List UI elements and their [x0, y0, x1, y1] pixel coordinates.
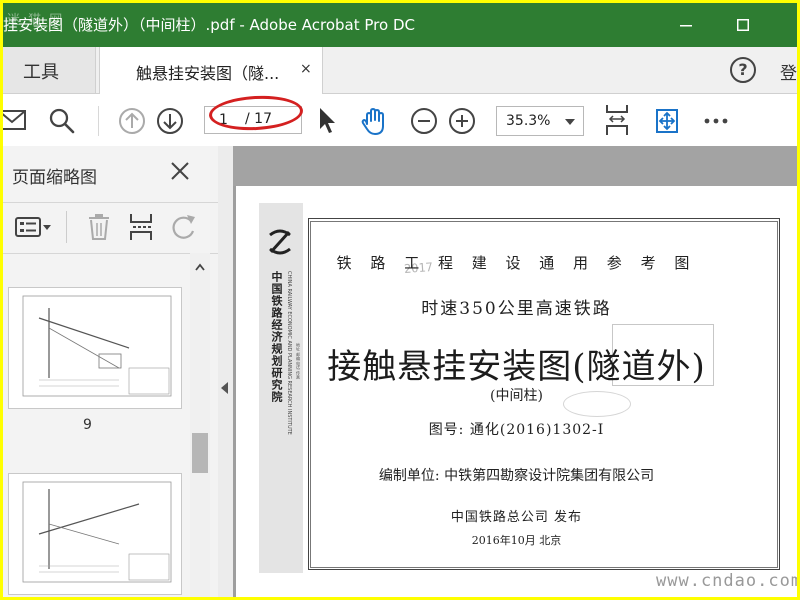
thumbnail-list: 9: [3, 253, 190, 597]
select-tool-button[interactable]: [317, 94, 341, 146]
scroll-up-icon[interactable]: [195, 263, 205, 271]
thumbnail-drawing: [22, 481, 172, 583]
fit-width-button[interactable]: [603, 94, 631, 146]
site-watermark: www.cndao.com: [656, 571, 797, 591]
scroll-mode-icon: [656, 109, 678, 133]
more-icon: [704, 118, 728, 124]
login-button[interactable]: 登: [780, 59, 797, 84]
tab-tools[interactable]: 工具: [3, 47, 96, 93]
thumbnail-drawing: [22, 295, 172, 397]
scrollbar-thumb[interactable]: [192, 433, 208, 473]
maximize-button[interactable]: [720, 3, 766, 47]
collapse-arrow-icon: [221, 382, 228, 394]
mail-icon: [3, 110, 26, 130]
minimize-icon: [680, 25, 692, 27]
extract-pages-icon[interactable]: [129, 213, 157, 241]
more-tools-button[interactable]: [703, 94, 731, 146]
next-page-icon: [157, 108, 183, 134]
zoom-out-icon: [411, 108, 437, 134]
tab-document-label: 触悬挂安装图（隧...: [136, 64, 280, 83]
thumbnail-label: 9: [83, 417, 92, 433]
next-page-button[interactable]: [156, 94, 186, 146]
zoom-out-button[interactable]: [410, 94, 438, 146]
tab-tools-label: 工具: [23, 62, 59, 83]
pdf-page: 中国铁路经济规划研究院 CHINA RAILWAY ECONOMIC AND P…: [236, 186, 797, 597]
chevron-down-icon: [565, 119, 575, 125]
acrobat-window: 挂安装图（隧道外）（中间柱）.pdf - Adobe Acrobat Pro D…: [3, 3, 797, 597]
delete-icon[interactable]: [87, 213, 113, 241]
panel-toolbar: [3, 202, 218, 254]
tab-close-icon[interactable]: ×: [300, 61, 312, 77]
doc-publisher: 中国铁路总公司 发布: [450, 510, 583, 525]
panel-title: 页面缩略图: [12, 168, 97, 188]
hand-tool-icon: [361, 108, 384, 135]
tab-document[interactable]: 触悬挂安装图（隧... ×: [99, 47, 323, 94]
search-icon: [49, 108, 75, 134]
doc-main-title: 接触悬挂安装图(隧道外): [327, 347, 706, 387]
doc-date: 2016年10月 北京: [471, 534, 562, 547]
mail-button[interactable]: [3, 94, 29, 146]
thumbnail-scrollbar[interactable]: [190, 253, 210, 597]
panel-collapse-handle[interactable]: [218, 146, 233, 597]
doc-author: 编制单位: 中铁第四勘察设计院集团有限公司: [378, 468, 655, 484]
panel-divider: [66, 211, 67, 243]
rotate-icon[interactable]: [171, 213, 199, 241]
window-title: 挂安装图（隧道外）（中间柱）.pdf - Adobe Acrobat Pro D…: [3, 16, 415, 34]
zoom-in-icon: [449, 108, 475, 134]
tab-bar: 工具 触悬挂安装图（隧... × ? 登: [3, 47, 797, 94]
title-bar: 挂安装图（隧道外）（中间柱）.pdf - Adobe Acrobat Pro D…: [3, 3, 797, 47]
doc-drawing-number: 图号: 通化(2016)1302-I: [428, 422, 605, 438]
hand-tool-button[interactable]: [360, 94, 390, 146]
zoom-in-button[interactable]: [448, 94, 476, 146]
toolbar-divider: [98, 106, 99, 136]
doc-variant: (中间柱): [490, 388, 543, 404]
corner-watermark: 迷 猫 网: [7, 13, 65, 28]
doc-subtitle: 时速350公里高速铁路: [421, 299, 612, 319]
zoom-value: 35.3%: [506, 113, 551, 129]
scroll-mode-button[interactable]: [653, 94, 681, 146]
help-icon[interactable]: ?: [730, 57, 756, 83]
minimize-button[interactable]: [663, 3, 709, 47]
page-thumbnail[interactable]: [8, 287, 182, 409]
thumbnail-panel: 页面缩略图 9: [3, 146, 219, 597]
search-button[interactable]: [48, 94, 78, 146]
toolbar: / 17 35.3%: [3, 94, 797, 147]
maximize-icon: [737, 19, 749, 31]
select-cursor-icon: [320, 108, 335, 133]
document-viewport[interactable]: 中国铁路经济规划研究院 CHINA RAILWAY ECONOMIC AND P…: [233, 146, 797, 597]
prev-page-icon: [119, 108, 145, 134]
viewport-background: [233, 146, 797, 186]
panel-close-icon[interactable]: [169, 160, 191, 182]
prev-page-button[interactable]: [118, 94, 148, 146]
page-thumbnail[interactable]: [8, 473, 182, 595]
doc-series-title: 铁 路 工 程 建 设 通 用 参 考 图: [336, 254, 697, 272]
fit-width-icon: [606, 105, 628, 135]
zoom-select[interactable]: 35.3%: [496, 106, 584, 136]
options-menu-icon[interactable]: [15, 213, 53, 241]
